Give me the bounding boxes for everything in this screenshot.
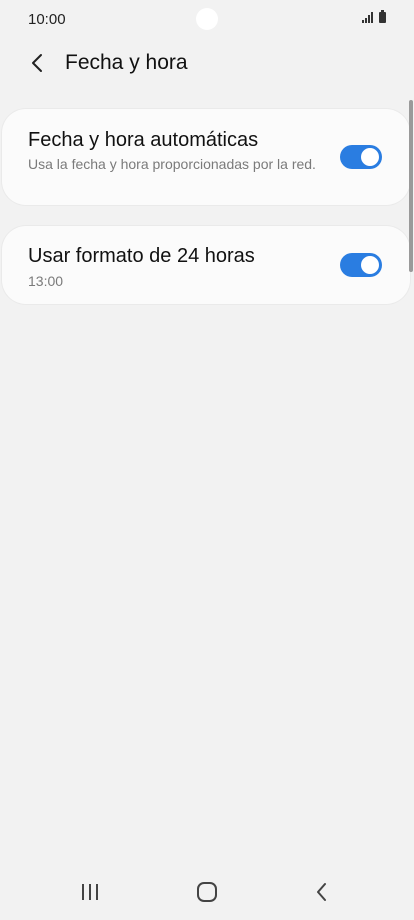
chevron-left-icon xyxy=(32,54,42,72)
back-icon xyxy=(317,883,326,901)
recents-icon xyxy=(82,884,98,900)
setting-subtitle: Usa la fecha y hora proporcionadas por l… xyxy=(28,156,316,172)
status-time: 10:00 xyxy=(28,11,66,28)
setting-24-hour-format[interactable]: Usar formato de 24 horas 13:00 xyxy=(2,226,410,304)
status-bar: 10:00 xyxy=(0,0,414,38)
page-title: Fecha y hora xyxy=(65,51,188,74)
camera-cutout xyxy=(196,8,218,30)
status-icons xyxy=(362,10,386,23)
scrollbar[interactable] xyxy=(409,100,413,272)
home-button[interactable] xyxy=(187,878,227,906)
signal-icon xyxy=(362,12,373,23)
recents-button[interactable] xyxy=(70,878,110,906)
header: Fecha y hora xyxy=(0,44,414,84)
toggle-knob xyxy=(359,254,381,276)
setting-title: Fecha y hora automáticas xyxy=(28,129,259,151)
setting-subtitle: 13:00 xyxy=(28,273,64,289)
navigation-bar xyxy=(0,864,414,920)
24-hour-format-toggle[interactable] xyxy=(340,253,382,277)
battery-icon xyxy=(379,10,386,23)
setting-auto-date-time[interactable]: Fecha y hora automáticas Usa la fecha y … xyxy=(2,109,410,205)
back-button[interactable] xyxy=(22,48,52,78)
auto-date-time-toggle[interactable] xyxy=(340,145,382,169)
setting-title: Usar formato de 24 horas xyxy=(28,245,255,267)
toggle-knob xyxy=(359,146,381,168)
nav-back-button[interactable] xyxy=(302,878,342,906)
home-icon xyxy=(197,882,217,902)
